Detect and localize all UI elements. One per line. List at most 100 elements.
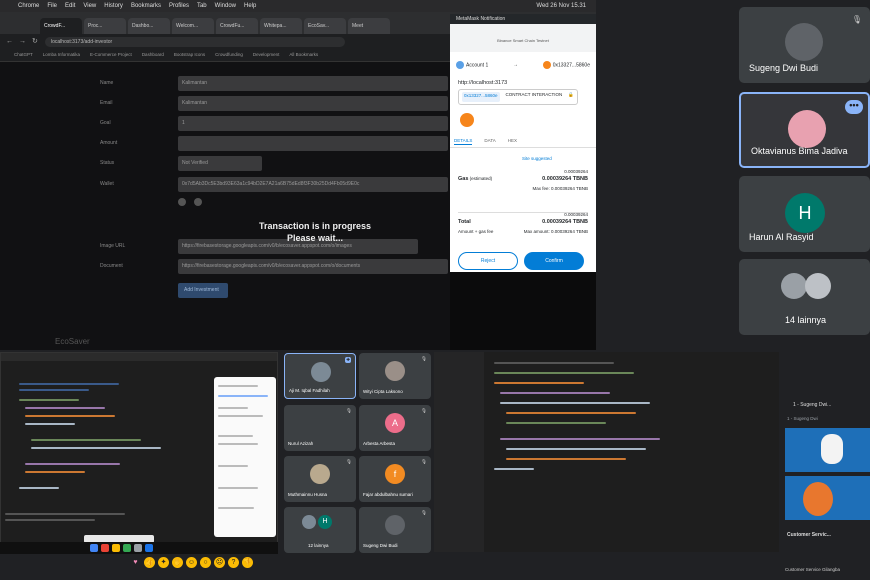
name-input[interactable]: Kalimantan: [178, 76, 448, 91]
grid-tile-wityi[interactable]: 🎙 Wityi Cipta Laksono: [359, 353, 431, 399]
bookmark-item[interactable]: E-Commerce Project: [90, 52, 132, 59]
grid-tile-aji[interactable]: ✚ Aji M. Iqbal Fadhilah: [284, 353, 356, 399]
browser-tab[interactable]: CrowdFu...: [216, 18, 258, 34]
browser-tab[interactable]: Meet: [348, 18, 390, 34]
max-fee: Max fee: 0.00039264 TBNB: [532, 186, 588, 191]
tab-details[interactable]: DETAILS: [454, 138, 473, 145]
participant-tile-harun[interactable]: H Harun Al Rasyid: [739, 176, 870, 252]
wallet-input[interactable]: 0x7d5Ab3Dc5E3bd93E63a1c94bD2E7A21a6B75dE…: [178, 177, 448, 192]
menu-window[interactable]: Window: [215, 3, 236, 9]
app-icon[interactable]: [145, 544, 153, 552]
video-preview[interactable]: [785, 428, 870, 472]
clap-reaction-icon[interactable]: ✋: [172, 557, 183, 568]
more-options-icon[interactable]: •••: [845, 100, 863, 114]
app-icon[interactable]: [123, 544, 131, 552]
terminal-line: [5, 513, 125, 515]
radio-button[interactable]: [194, 198, 202, 206]
grid-tile-muthmainnu[interactable]: 🎙 Muthmainnu Husna: [284, 456, 356, 502]
heart-reaction-icon[interactable]: ♥: [130, 557, 141, 568]
bookmark-item[interactable]: Bootstrap Icons: [174, 52, 205, 59]
investor-form: Name Kalimantan Email Kalimantan Goal 1 …: [0, 62, 450, 350]
app-icon[interactable]: [134, 544, 142, 552]
party-reaction-icon[interactable]: ✦: [158, 557, 169, 568]
menu-chrome[interactable]: Chrome: [18, 3, 39, 9]
email-input[interactable]: Kalimantan: [178, 96, 448, 111]
surprised-reaction-icon[interactable]: ○: [200, 557, 211, 568]
avatar: A: [385, 413, 405, 433]
sad-reaction-icon[interactable]: ☹: [214, 557, 225, 568]
menu-tab[interactable]: Tab: [197, 3, 207, 9]
app-icon[interactable]: [101, 544, 109, 552]
browser-tab[interactable]: Dashbo...: [128, 18, 170, 34]
browser-tab[interactable]: EcoSav...: [304, 18, 346, 34]
code-line: [506, 412, 636, 414]
bookmark-item[interactable]: All Bookmarks: [289, 52, 318, 59]
participant-tile-others[interactable]: 14 lainnya: [739, 259, 870, 335]
thinking-reaction-icon[interactable]: ?: [228, 557, 239, 568]
grid-tile-arbesta[interactable]: A 🎙 Arbesta Arbesta: [359, 405, 431, 451]
lock-icon: 🔒: [568, 92, 574, 97]
app-icon[interactable]: [112, 544, 120, 552]
bookmark-item[interactable]: Lomba Informatika: [43, 52, 80, 59]
participant-name: Oktavianus Bima Jadiva: [751, 146, 848, 156]
shared-ide-screen: [0, 352, 278, 552]
menu-profiles[interactable]: Profiles: [169, 3, 189, 9]
reject-button[interactable]: Reject: [458, 252, 518, 270]
reload-icon[interactable]: ↻: [32, 38, 40, 46]
status-select[interactable]: Not Verified: [178, 156, 262, 171]
field-label: Status: [100, 160, 115, 166]
radio-group: [178, 198, 204, 206]
field-label: Name: [100, 80, 114, 86]
app-icon[interactable]: [90, 544, 98, 552]
menu-help[interactable]: Help: [244, 3, 256, 9]
grid-tile-others[interactable]: H 12 lainnya: [284, 507, 356, 553]
browser-tab[interactable]: CrowdF...: [40, 18, 82, 34]
code-line: [25, 471, 85, 473]
form-row: Goal 1: [100, 116, 450, 131]
participant-tile-oktavianus[interactable]: ••• Oktavianus Bima Jadiva: [739, 92, 870, 168]
back-icon[interactable]: ←: [6, 38, 14, 46]
menu-history[interactable]: History: [104, 3, 123, 9]
video-preview[interactable]: [785, 476, 870, 520]
laugh-reaction-icon[interactable]: ☺: [186, 557, 197, 568]
tab-hex[interactable]: HEX: [508, 138, 517, 145]
goal-input[interactable]: 1: [178, 116, 448, 131]
code-line: [31, 439, 141, 441]
total-label: Total: [458, 219, 471, 225]
contract-address[interactable]: 0x13327...5860e: [462, 92, 500, 102]
form-row: Name Kalimantan: [100, 76, 450, 91]
form-row: Document https://firebasestorage.googlea…: [100, 259, 450, 274]
add-investment-button[interactable]: Add Investment: [178, 283, 228, 298]
radio-button[interactable]: [178, 198, 186, 206]
participant-tile-sugeng[interactable]: 🎙 Sugeng Dwi Budi: [739, 7, 870, 83]
address-bar[interactable]: localhost:3173/add-investor: [45, 37, 345, 47]
target-address: 0x13327...5860e: [552, 62, 590, 69]
browser-tab[interactable]: Whitepa...: [260, 18, 302, 34]
confirm-button[interactable]: Confirm: [524, 252, 584, 270]
bookmark-item[interactable]: Dashboard: [142, 52, 164, 59]
grid-tile-fajar[interactable]: f 🎙 Fajar abdulbahnu sumari: [359, 456, 431, 502]
menu-view[interactable]: View: [83, 3, 96, 9]
document-input[interactable]: https://firebasestorage.googleapis.com/v…: [178, 259, 448, 274]
network-indicator[interactable]: Binance Smart Chain Testnet: [450, 24, 596, 52]
avatar: H: [785, 193, 825, 233]
person-figure: [821, 434, 843, 464]
menu-file[interactable]: File: [47, 3, 57, 9]
thumbs-down-reaction-icon[interactable]: 👎: [242, 557, 253, 568]
grid-tile-nurul[interactable]: 🎙 Nurul Azizah: [284, 405, 356, 451]
menu-edit[interactable]: Edit: [65, 3, 75, 9]
browser-tab[interactable]: Proc...: [84, 18, 126, 34]
menu-bookmarks[interactable]: Bookmarks: [131, 3, 161, 9]
bookmark-item[interactable]: ChatGPT: [14, 52, 33, 59]
grid-tile-sugeng[interactable]: 🎙 Sugeng Dwi Budi: [359, 507, 431, 553]
tab-data[interactable]: DATA: [484, 138, 495, 145]
amount-input[interactable]: [178, 136, 448, 151]
bookmark-item[interactable]: Development: [253, 52, 280, 59]
panel-line: [218, 487, 258, 489]
bookmark-item[interactable]: Crowdfunding: [215, 52, 243, 59]
thumbs-up-reaction-icon[interactable]: 👍: [144, 557, 155, 568]
site-suggested-link[interactable]: Site suggested: [522, 156, 552, 161]
avatar: H: [318, 515, 332, 529]
browser-tab[interactable]: Welcom...: [172, 18, 214, 34]
forward-icon[interactable]: →: [19, 38, 27, 46]
